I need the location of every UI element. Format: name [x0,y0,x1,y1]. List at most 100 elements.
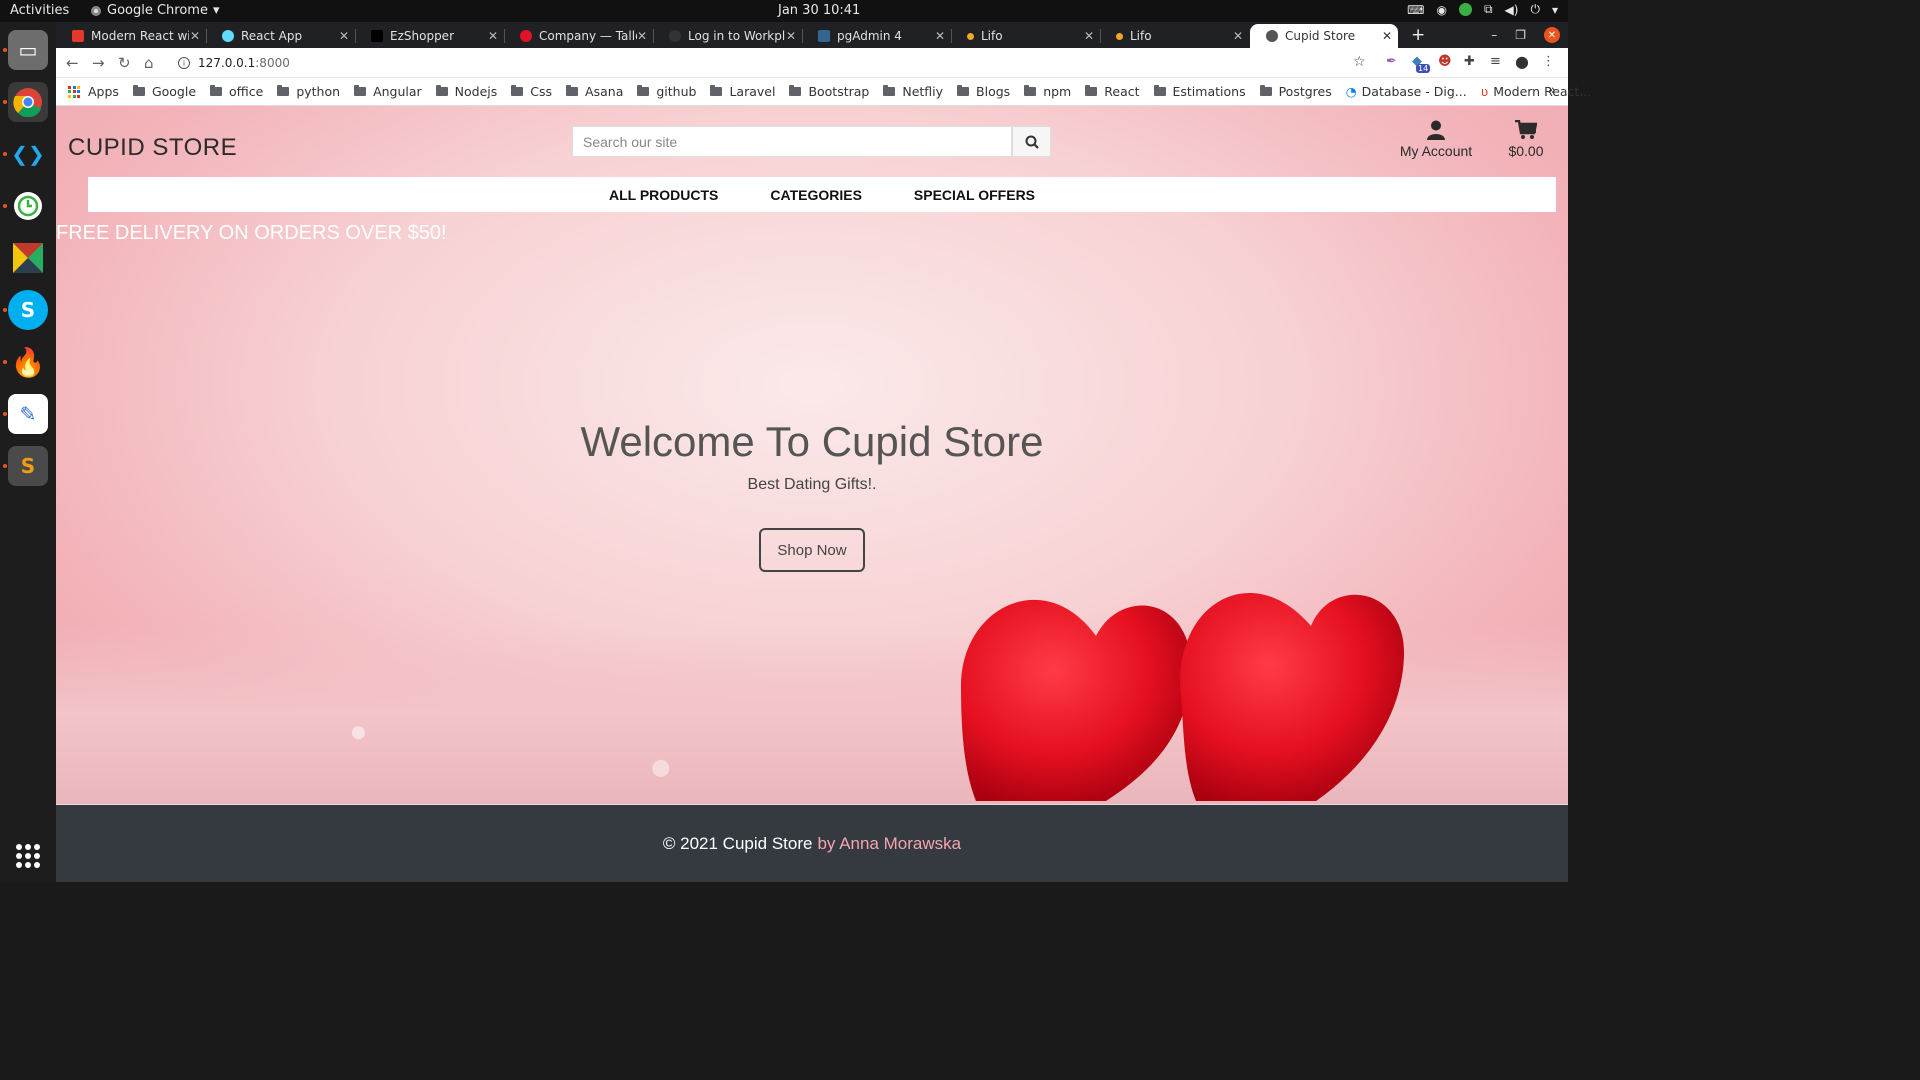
my-account-link[interactable]: My Account [1396,120,1476,159]
address-bar[interactable]: i 127.0.0.1:8000 [170,51,1370,75]
extension-badge: 14 [1416,64,1431,73]
nav-categories[interactable]: CATEGORIES [770,187,862,203]
tab-favicon [967,32,974,40]
site-info-icon[interactable]: i [178,57,190,69]
tab-favicon [72,30,84,42]
new-tab-button[interactable]: + [1411,25,1425,45]
browser-tab-active[interactable]: Cupid Store ✕ [1250,24,1398,48]
back-icon[interactable]: ← [66,54,79,72]
extension-monkey-icon[interactable]: ☻ [1438,54,1452,69]
browser-window: Modern React wi ✕ React App ✕ EzShopper ✕ C… [56,22,1591,106]
extensions-puzzle-icon[interactable]: ✚ [1464,54,1475,69]
url-port: :8000 [255,56,290,70]
nav-all-products[interactable]: ALL PRODUCTS [609,187,718,203]
footer-author-link[interactable]: by Anna Morawska [817,834,961,854]
close-window-icon[interactable]: ✕ [1544,27,1560,43]
site-footer: © 2021 Cupid Store by Anna Morawska [56,804,1568,882]
minimize-icon[interactable]: – [1491,28,1497,42]
bookmark-folder[interactable]: office [210,84,263,99]
show-applications-icon[interactable] [16,844,40,868]
bookmark-database[interactable]: ◔ Database - Dig... [1346,84,1467,99]
chrome-icon[interactable] [8,82,48,122]
close-tab-icon[interactable]: ✕ [637,29,647,43]
bookmark-folder[interactable]: python [277,84,340,99]
close-tab-icon[interactable]: ✕ [339,29,349,43]
cart-link[interactable]: $0.00 [1504,119,1548,159]
close-tab-icon[interactable]: ✕ [935,29,945,43]
record-icon[interactable]: ◉ [1436,3,1446,17]
more-bookmarks-button[interactable]: » [1548,83,1556,98]
update-icon[interactable] [1458,3,1472,16]
network-icon[interactable]: ⧉ [1484,2,1493,17]
hearts-image [961,593,1405,801]
skype-icon[interactable]: S [8,290,48,330]
text-editor-icon[interactable]: ✎ [8,394,48,434]
bookmark-folder[interactable]: Nodejs [435,84,497,99]
media-queue-icon[interactable]: ≡ [1490,54,1501,69]
chevron-down-icon[interactable]: ▾ [1552,3,1558,17]
flame-app-icon[interactable]: 🔥 [8,342,48,382]
bookmark-folder[interactable]: npm [1024,84,1071,99]
bookmark-folder[interactable]: Google [132,84,196,99]
browser-tab[interactable]: Lifo ✕ [951,24,1101,48]
app-menu[interactable]: Google Chrome ▾ [90,3,220,18]
profile-avatar-icon[interactable]: ● [1515,52,1529,71]
clock[interactable]: Jan 30 10:41 [778,3,860,18]
hero-subtitle: Best Dating Gifts!. [747,476,877,493]
restore-icon[interactable]: ❐ [1515,28,1526,42]
search-input[interactable]: Search our site [572,126,1012,157]
tab-label: Company — Tallo [539,29,637,43]
browser-tab[interactable]: Lifo ✕ [1100,24,1249,48]
files-icon[interactable]: ▭ [8,30,48,70]
close-tab-icon[interactable]: ✕ [488,29,498,43]
bookmark-folder[interactable]: Blogs [957,84,1010,99]
forward-icon[interactable]: → [92,54,105,72]
keyboard-icon[interactable]: ⌨ [1407,3,1424,17]
home-icon[interactable]: ⌂ [144,54,154,72]
browser-tab[interactable]: Log in to Workpl ✕ [653,24,803,48]
power-icon[interactable]: ⏻ [1530,2,1540,17]
shop-now-button[interactable]: Shop Now [759,528,865,572]
bookmark-folder[interactable]: Bootstrap [789,84,869,99]
apps-icon [68,85,80,98]
browser-tab[interactable]: React App ✕ [206,24,356,48]
bookmark-folder[interactable]: Estimations [1153,84,1246,99]
search-button[interactable] [1012,126,1051,157]
activities-button[interactable]: Activities [10,3,69,18]
running-indicator [3,464,7,468]
bookmark-folder[interactable]: Netfliy [883,84,943,99]
browser-tab[interactable]: Company — Tallo ✕ [504,24,654,48]
close-tab-icon[interactable]: ✕ [190,29,200,43]
store-logo[interactable]: CUPID STORE [68,134,237,162]
bookmark-apps[interactable]: Apps [68,84,119,99]
dock: ▭ ❮❯ S 🔥 ✎ S [0,22,56,882]
vscode-icon[interactable]: ❮❯ [8,134,48,174]
bookmark-folder[interactable]: Asana [566,84,623,99]
bookmark-modern-react[interactable]: ʋ Modern React... [1481,84,1592,99]
close-tab-icon[interactable]: ✕ [786,29,796,43]
browser-tab[interactable]: Modern React wi ✕ [56,24,207,48]
browser-tab[interactable]: pgAdmin 4 ✕ [802,24,952,48]
mockup-app-icon[interactable] [8,238,48,278]
browser-tab[interactable]: EzShopper ✕ [355,24,505,48]
close-tab-icon[interactable]: ✕ [1382,29,1392,43]
bookmark-folder[interactable]: React [1085,84,1140,99]
reload-icon[interactable]: ↻ [118,54,131,72]
bookmark-folder[interactable]: Laravel [710,84,775,99]
sublime-text-icon[interactable]: S [8,446,48,486]
extension-pen-icon[interactable]: ✒ [1386,54,1397,69]
system-tray[interactable]: ⌨ ◉ ⧉ ◀) ⏻ ▾ [1407,2,1558,17]
bookmark-star-icon[interactable]: ☆ [1353,54,1366,70]
bookmark-folder[interactable]: Postgres [1259,84,1332,99]
close-tab-icon[interactable]: ✕ [1084,29,1094,43]
bookmark-label: office [229,84,264,99]
web-page: CUPID STORE Search our site My Account $… [56,106,1568,882]
time-tracker-icon[interactable] [8,186,48,226]
browser-menu-icon[interactable]: ⋮ [1542,54,1555,69]
volume-icon[interactable]: ◀) [1505,3,1519,17]
bookmark-folder[interactable]: github [637,84,696,99]
bookmark-folder[interactable]: Angular [354,84,422,99]
close-tab-icon[interactable]: ✕ [1233,29,1243,43]
bookmark-folder[interactable]: Css [511,84,552,99]
nav-special-offers[interactable]: SPECIAL OFFERS [914,187,1035,203]
